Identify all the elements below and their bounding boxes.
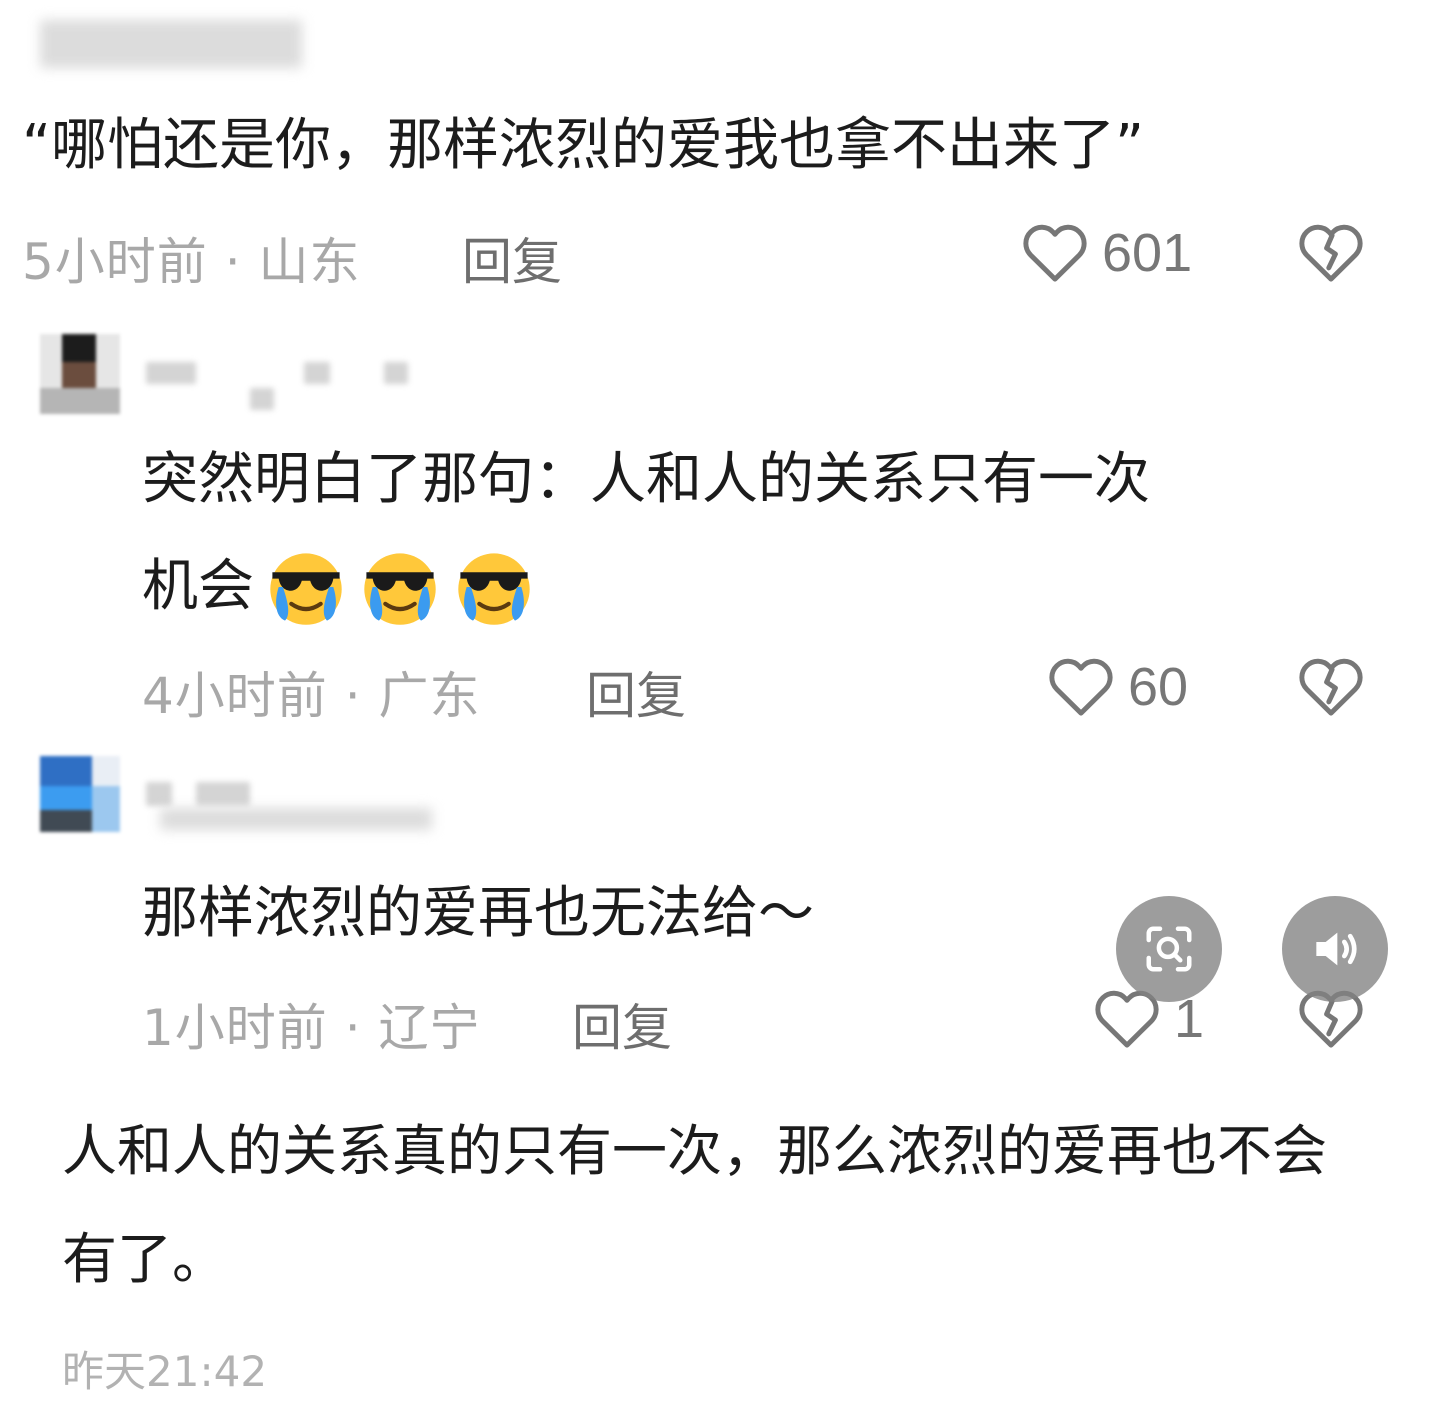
dislike-button[interactable] bbox=[1298, 656, 1364, 718]
broken-heart-icon bbox=[1299, 224, 1363, 282]
reply-button[interactable]: 回复 bbox=[572, 988, 672, 1060]
username-redacted bbox=[384, 362, 408, 384]
sunglasses-crying-emoji bbox=[364, 553, 436, 625]
comment-text: “哪怕还是你，那样浓烈的爱我也拿不出来了” bbox=[22, 113, 1145, 178]
like-button[interactable]: 601 bbox=[1022, 222, 1192, 284]
username-redacted bbox=[304, 362, 330, 384]
comment-time-location: 5小时前 · 山东 bbox=[22, 233, 361, 291]
post-caption-line1: 人和人的关系真的只有一次，那么浓烈的爱再也不会 bbox=[62, 1119, 1328, 1183]
sound-button[interactable] bbox=[1282, 896, 1388, 1002]
comment-time-location: 1小时前 · 辽宁 bbox=[142, 999, 481, 1057]
post-timestamp: 昨天21:42 bbox=[62, 1347, 268, 1396]
comment-time-location: 4小时前 · 广东 bbox=[142, 667, 481, 725]
sunglasses-crying-emoji bbox=[270, 553, 342, 625]
image-search-icon bbox=[1146, 926, 1192, 972]
avatar[interactable] bbox=[40, 756, 120, 832]
username-redacted bbox=[146, 782, 172, 806]
avatar[interactable] bbox=[40, 334, 120, 414]
broken-heart-icon bbox=[1299, 658, 1363, 716]
like-button[interactable]: 60 bbox=[1048, 656, 1188, 718]
reply-button[interactable]: 回复 bbox=[586, 656, 686, 728]
comment-text: 机会 bbox=[142, 554, 254, 620]
comment-text-line1: 突然明白了那句：人和人的关系只有一次 bbox=[142, 447, 1150, 512]
speaker-icon bbox=[1316, 932, 1357, 966]
username-redacted bbox=[250, 388, 274, 410]
username-redacted bbox=[160, 808, 432, 830]
image-search-button[interactable] bbox=[1116, 896, 1222, 1002]
like-count: 601 bbox=[1102, 223, 1193, 283]
like-count: 60 bbox=[1128, 657, 1189, 717]
comment-text-line2: 机会 bbox=[142, 545, 536, 629]
username-redacted bbox=[40, 20, 302, 68]
sunglasses-crying-emoji bbox=[458, 553, 530, 625]
reply-button[interactable]: 回复 bbox=[462, 222, 562, 294]
heart-outline-icon bbox=[1049, 658, 1113, 716]
dislike-button[interactable] bbox=[1298, 222, 1364, 284]
post-caption-line2: 有了。 bbox=[62, 1227, 228, 1291]
username-redacted bbox=[146, 362, 196, 384]
comment-text: 那样浓烈的爱再也无法给～ bbox=[142, 881, 814, 946]
username-redacted bbox=[196, 782, 250, 806]
heart-outline-icon bbox=[1023, 224, 1087, 282]
